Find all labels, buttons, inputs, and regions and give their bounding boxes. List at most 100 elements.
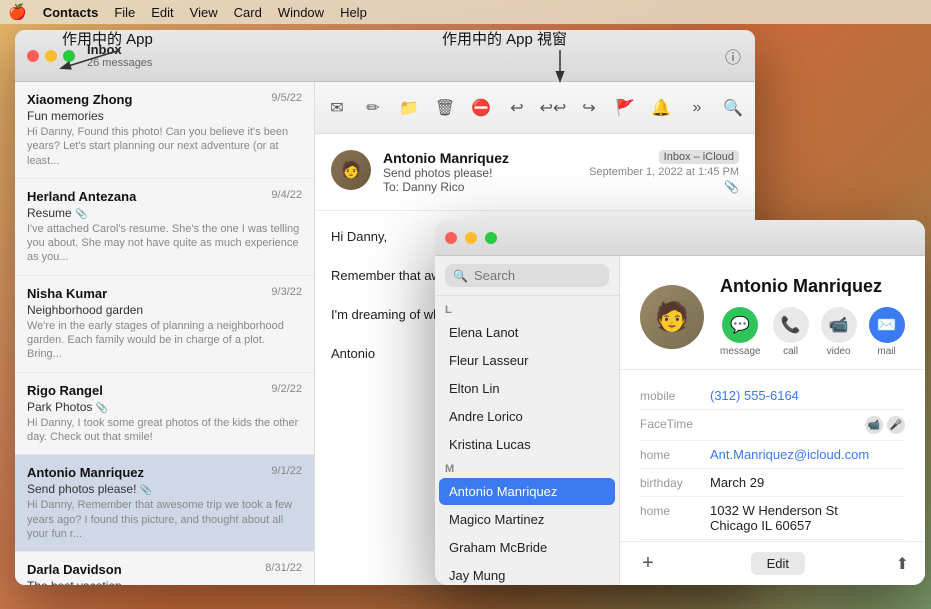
reply-icon[interactable]: ↩ [507,98,527,118]
junk-icon[interactable]: ⛔ [471,98,491,118]
menubar-help[interactable]: Help [332,2,375,22]
contact-name-large: Antonio Manriquez [720,276,905,297]
mail-subject-4: Send photos please! 📎 [27,482,302,496]
message-sender-name: Antonio Manriquez [383,150,577,166]
mail-item-0[interactable]: Xiaomeng Zhong 9/5/22 Fun memories Hi Da… [15,82,314,179]
apple-menu-icon[interactable]: 🍎 [8,3,27,21]
action-call[interactable]: 📞 call [773,307,809,357]
message-meta: Antonio Manriquez Send photos please! To… [383,150,577,194]
notification-icon[interactable]: 🔔 [651,98,671,118]
action-video[interactable]: 📹 video [821,307,857,357]
edit-contact-button[interactable]: Edit [751,552,805,575]
mail-date-3: 9/2/22 [271,383,302,398]
share-contact-button[interactable]: ⬆ [896,554,909,574]
contact-L-3[interactable]: Andre Lorico [439,403,615,430]
contact-M-1[interactable]: Magico Martinez [439,506,615,533]
menubar-contacts[interactable]: Contacts [35,2,107,22]
facetime-label: FaceTime [640,416,710,431]
mail-action-label: mail [877,346,895,357]
birthday-value: March 29 [710,475,905,490]
close-button[interactable] [27,50,39,62]
mail-sender-0: Xiaomeng Zhong [27,92,132,107]
mail-item-2[interactable]: Nisha Kumar 9/3/22 Neighborhood garden W… [15,276,314,373]
mail-date-2: 9/3/22 [271,286,302,301]
mail-sender-1: Herland Antezana [27,189,136,204]
action-message[interactable]: 💬 message [720,307,761,357]
mail-item-1[interactable]: Herland Antezana 9/4/22 Resume 📎 I've at… [15,179,314,276]
mail-date-1: 9/4/22 [271,189,302,204]
search-box[interactable]: 🔍 [445,264,609,287]
more-icon[interactable]: » [687,98,707,118]
address-label: home [640,503,710,518]
contacts-titlebar [435,220,925,256]
mail-sender-4: Antonio Manriquez [27,465,144,480]
email-value[interactable]: Ant.Manriquez@icloud.com [710,447,905,462]
contacts-window: 🔍 L Elena LanotFleur LasseurElton LinAnd… [435,220,925,585]
zoom-button[interactable] [63,50,75,62]
mail-preview-1: I've attached Carol's resume. She's the … [27,222,302,265]
video-action-icon: 📹 [821,307,857,343]
minimize-button[interactable] [45,50,57,62]
contacts-search-area: 🔍 [435,256,619,296]
group-label-M: M [435,459,619,477]
mail-date-4: 9/1/22 [271,465,302,480]
facetime-sub-icons: 📹 🎤 [865,416,905,434]
delete-icon[interactable]: 🗑 [435,98,455,118]
menubar-window[interactable]: Window [270,2,332,22]
email-label: home [640,447,710,462]
menubar-card[interactable]: Card [226,2,270,22]
search-input[interactable] [474,268,601,283]
mail-message-header: 🧑 Antonio Manriquez Send photos please! … [315,134,755,211]
contact-L-0[interactable]: Elena Lanot [439,319,615,346]
new-message-icon[interactable]: ✏ [363,98,383,118]
reply-all-icon[interactable]: ↩↩ [543,98,563,118]
contacts-minimize-button[interactable] [465,232,477,244]
flag-icon[interactable]: 🚩 [615,98,635,118]
contact-M-2[interactable]: Graham McBride [439,534,615,561]
contact-M-0[interactable]: Antonio Manriquez [439,478,615,505]
mail-subject-5: The best vacation [27,579,302,585]
contact-avatar: 🧑 [640,285,704,349]
mail-item-5[interactable]: Darla Davidson 8/31/22 The best vacation… [15,552,314,585]
add-contact-button[interactable]: + [636,552,660,576]
contacts-list-panel: 🔍 L Elena LanotFleur LasseurElton LinAnd… [435,256,620,585]
mail-sender-3: Rigo Rangel [27,383,103,398]
contact-L-1[interactable]: Fleur Lasseur [439,347,615,374]
menubar-view[interactable]: View [182,2,226,22]
action-mail[interactable]: ✉️ mail [869,307,905,357]
mail-subject-1: Resume 📎 [27,206,302,220]
contacts-close-button[interactable] [445,232,457,244]
facetime-audio-icon[interactable]: 🎤 [887,416,905,434]
mail-items-container: Xiaomeng Zhong 9/5/22 Fun memories Hi Da… [15,82,314,585]
inbox-count: 26 messages [87,57,152,69]
info-row-facetime: FaceTime 📹 🎤 [640,410,905,441]
contact-M-3[interactable]: Jay Mung [439,562,615,585]
info-row-address: home 1032 W Henderson StChicago IL 60657 [640,497,905,540]
mail-item-4[interactable]: Antonio Manriquez 9/1/22 Send photos ple… [15,455,314,552]
menubar-file[interactable]: File [106,2,143,22]
compose-icon[interactable]: ✉ [327,98,347,118]
contact-detail-header: 🧑 Antonio Manriquez 💬 message 📞 call [620,256,925,370]
mobile-label: mobile [640,388,710,403]
contact-info-list: mobile (312) 555-6164 FaceTime 📹 🎤 home … [620,370,925,541]
search-icon[interactable]: 🔍 [723,98,743,118]
message-to: To: Danny Rico [383,180,577,194]
facetime-video-icon[interactable]: 📹 [865,416,883,434]
contact-L-2[interactable]: Elton Lin [439,375,615,402]
mail-toolbar: Inbox 26 messages ⓘ [15,30,755,82]
mail-sender-2: Nisha Kumar [27,286,107,301]
mail-preview-2: We're in the early stages of planning a … [27,319,302,362]
contacts-group-L: Elena LanotFleur LasseurElton LinAndre L… [435,319,619,458]
mail-date-5: 8/31/22 [265,562,302,577]
mail-item-3[interactable]: Rigo Rangel 9/2/22 Park Photos 📎 Hi Dann… [15,373,314,456]
mobile-value[interactable]: (312) 555-6164 [710,388,905,403]
menubar-edit[interactable]: Edit [143,2,181,22]
info-icon[interactable]: ⓘ [723,46,743,66]
archive-icon[interactable]: 📁 [399,98,419,118]
inbox-badge: Inbox – iCloud [659,150,739,164]
message-action-icon: 💬 [722,307,758,343]
mail-sidebar: Xiaomeng Zhong 9/5/22 Fun memories Hi Da… [15,82,315,585]
contact-L-4[interactable]: Kristina Lucas [439,431,615,458]
forward-icon[interactable]: ↪ [579,98,599,118]
contacts-zoom-button[interactable] [485,232,497,244]
